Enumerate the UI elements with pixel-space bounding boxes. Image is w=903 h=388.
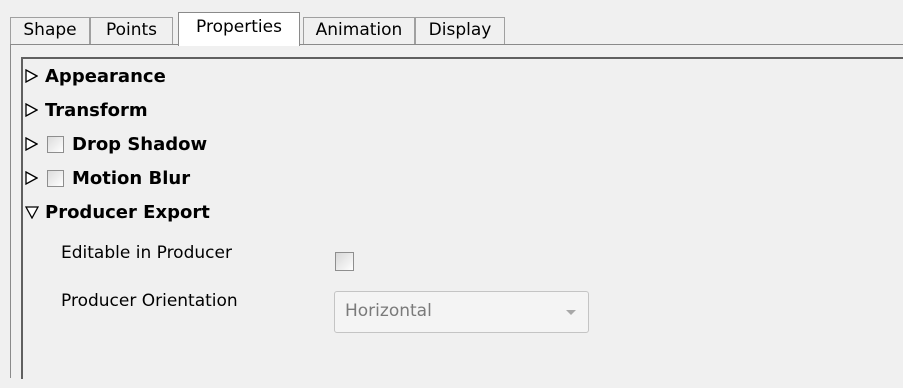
collapsed-triangle-icon[interactable] <box>25 165 45 191</box>
collapsed-triangle-icon[interactable] <box>25 97 45 123</box>
properties-panel: Appearance Transform Drop Shadow Motion … <box>10 44 903 379</box>
collapsed-triangle-icon[interactable] <box>25 131 45 157</box>
drop-shadow-checkbox[interactable] <box>47 135 64 153</box>
tab-display[interactable]: Display <box>415 17 505 44</box>
chevron-down-icon <box>566 310 576 315</box>
bottom-strip <box>0 378 903 388</box>
producer-orientation-label: Producer Orientation <box>61 291 238 311</box>
section-label-appearance: Appearance <box>45 65 166 87</box>
section-label-transform: Transform <box>45 99 148 121</box>
editable-in-producer-label: Editable in Producer <box>61 243 232 263</box>
tab-shape[interactable]: Shape <box>10 17 90 44</box>
properties-list: Appearance Transform Drop Shadow Motion … <box>21 57 903 379</box>
section-label-producer-export: Producer Export <box>45 201 210 223</box>
tab-properties[interactable]: Properties <box>178 12 300 46</box>
section-label-drop-shadow: Drop Shadow <box>72 133 208 155</box>
collapsed-triangle-icon[interactable] <box>25 63 45 89</box>
motion-blur-checkbox[interactable] <box>47 169 64 187</box>
section-label-motion-blur: Motion Blur <box>72 167 191 189</box>
properties-window: Shape Points Properties Animation Displa… <box>0 0 903 388</box>
section-appearance[interactable]: Appearance <box>25 63 166 89</box>
producer-orientation-dropdown[interactable]: Horizontal <box>334 291 589 333</box>
section-transform[interactable]: Transform <box>25 97 148 123</box>
section-producer-export[interactable]: Producer Export <box>25 199 210 225</box>
tab-animation[interactable]: Animation <box>303 17 415 44</box>
section-drop-shadow[interactable]: Drop Shadow <box>25 131 207 157</box>
expanded-triangle-icon[interactable] <box>25 199 45 225</box>
section-motion-blur[interactable]: Motion Blur <box>25 165 190 191</box>
tab-strip: Shape Points Properties Animation Displa… <box>0 0 903 46</box>
editable-in-producer-checkbox[interactable] <box>335 252 354 271</box>
producer-orientation-value: Horizontal <box>345 301 432 321</box>
tab-points[interactable]: Points <box>90 17 173 44</box>
